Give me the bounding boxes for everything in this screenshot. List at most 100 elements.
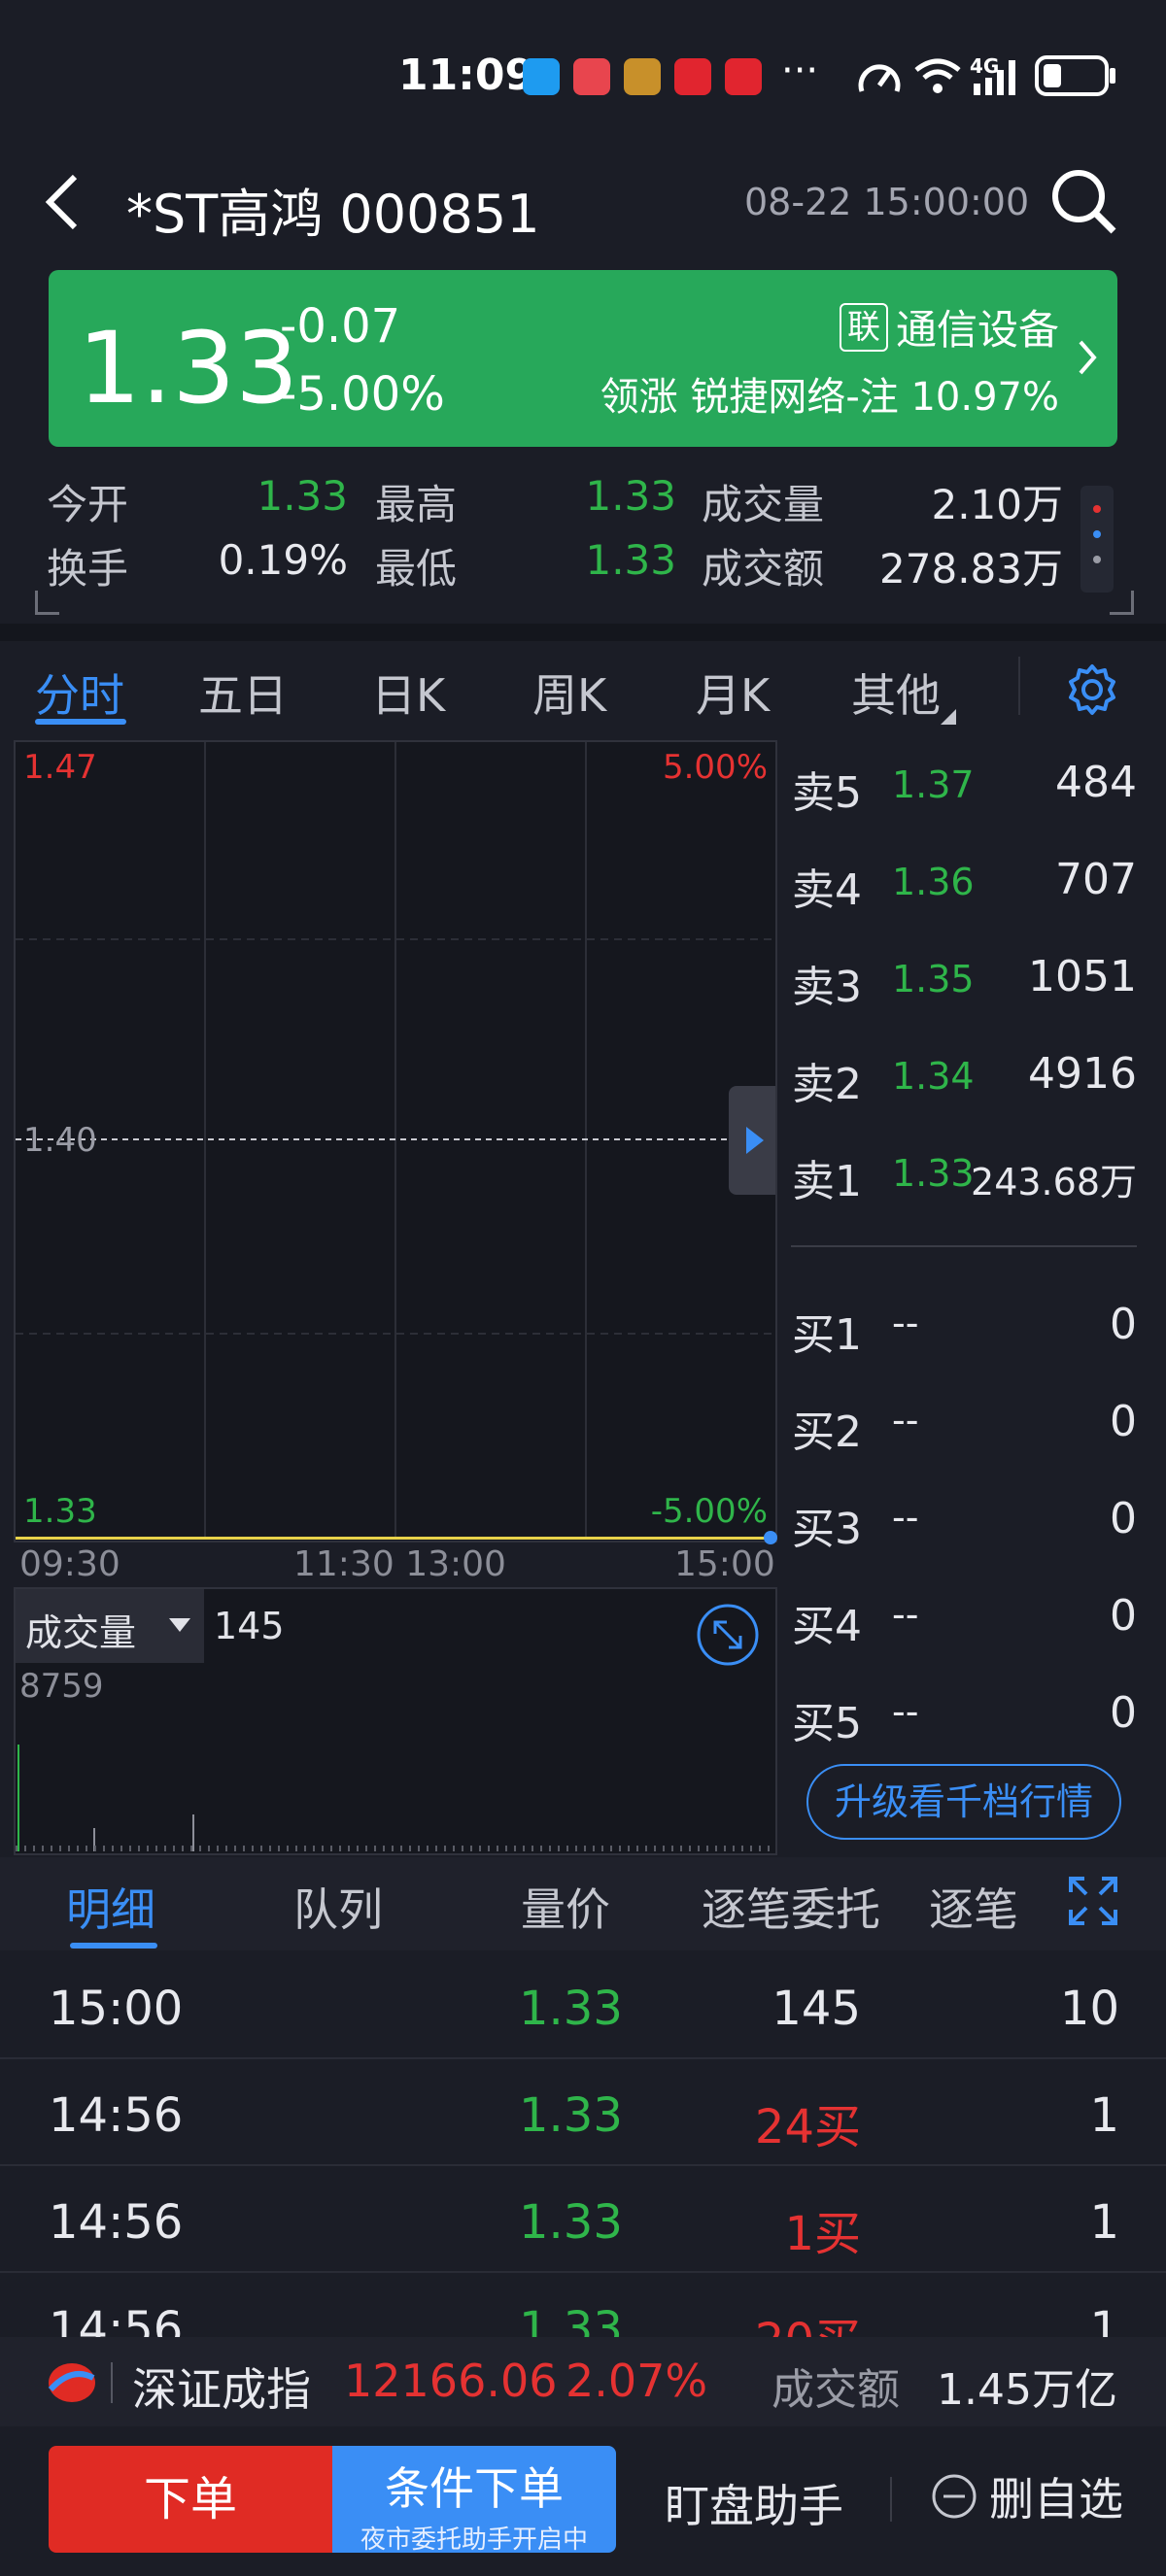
bid-price-5: --	[892, 1690, 919, 1733]
status-time: 11:09	[398, 51, 535, 100]
tab-order-by-order[interactable]: 逐笔委托	[702, 1875, 880, 1939]
index-value: 12166.06	[344, 2355, 558, 2407]
bid-vol-2: 0	[1110, 1397, 1137, 1446]
table-row: 14:56 1.33 1买 1	[0, 2166, 1166, 2273]
ask-price-2: 1.34	[892, 1055, 975, 1098]
price-banner[interactable]: 1.33 -0.07 -5.00% 联 通信设备 领涨 锐捷网络-注 10.97…	[49, 270, 1117, 447]
expand-arrows-icon[interactable]	[696, 1603, 760, 1667]
battery-icon	[1035, 55, 1115, 96]
section-divider	[0, 624, 1166, 641]
trade-count: 1	[1089, 2302, 1119, 2337]
more-menu-icon[interactable]	[1080, 486, 1114, 593]
ask-label-1: 卖1	[792, 1157, 862, 1206]
trade-vol: 1买	[784, 2207, 861, 2261]
volume-value: 145	[214, 1605, 285, 1647]
ask-label-5: 卖5	[792, 768, 862, 818]
prev-close-line	[16, 1138, 775, 1140]
trade-vol: 24买	[754, 2100, 861, 2154]
axis-price-bottom: 1.33	[23, 1492, 97, 1531]
last-price: 1.33	[78, 311, 299, 426]
tab-weekly-k[interactable]: 周K	[532, 661, 606, 725]
industry-tag: 联	[839, 302, 888, 352]
message-app-icon	[523, 58, 560, 95]
remove-watchlist-label: 删自选	[989, 2473, 1123, 2525]
expand-corner-left	[35, 591, 59, 615]
stat-value-low: 1.33	[585, 536, 676, 584]
quote-datetime: 08-22 15:00:00	[744, 181, 1030, 223]
last-point-dot	[764, 1531, 777, 1544]
trade-price: 1.33	[519, 2088, 623, 2143]
side-panel-toggle[interactable]	[729, 1086, 775, 1195]
tab-detail[interactable]: 明细	[66, 1875, 155, 1939]
index-name: 深证成指	[132, 2363, 311, 2416]
tab-other-label: 其他	[851, 669, 941, 722]
axis-price-top: 1.47	[23, 748, 97, 787]
amount-value: 1.45万亿	[937, 2365, 1117, 2415]
ask-vol-3: 1051	[1028, 952, 1137, 1001]
time-label-close: 15:00	[674, 1544, 775, 1584]
ask-label-3: 卖3	[792, 963, 862, 1012]
table-row: 14:56 1.33 20买 1	[0, 2273, 1166, 2337]
ask-label-4: 卖4	[792, 865, 862, 915]
search-icon[interactable]	[1049, 167, 1117, 235]
conditional-order-button[interactable]: 条件下单 夜市委托助手开启中	[332, 2446, 616, 2555]
tab-intraday[interactable]: 分时	[35, 661, 124, 725]
volume-max: 8759	[19, 1667, 104, 1706]
ticker-divider	[111, 2362, 113, 2403]
bid-label-5: 买5	[792, 1699, 862, 1748]
price-change-pct: -5.00%	[280, 367, 445, 422]
time-label-mid: 11:30 13:00	[293, 1544, 506, 1584]
trade-price: 1.33	[519, 2302, 623, 2337]
intraday-chart[interactable]: 1.47 5.00% 1.40 1.33 -5.00%	[14, 740, 777, 1544]
detail-tab-indicator	[70, 1943, 157, 1949]
bid-vol-3: 0	[1110, 1494, 1137, 1543]
back-icon[interactable]	[44, 173, 83, 231]
stat-label-amount: 成交额	[702, 545, 825, 593]
index-ticker[interactable]: 深证成指 12166.06 2.07% 成交额 1.45万亿	[0, 2337, 1166, 2426]
bid-label-3: 买3	[792, 1505, 862, 1554]
tab-volume-price[interactable]: 量价	[521, 1875, 610, 1939]
volume-chart[interactable]: 成交量 145 8759	[14, 1587, 777, 1855]
bid-label-4: 买4	[792, 1602, 862, 1651]
trade-time: 14:56	[49, 2302, 184, 2337]
chevron-right-icon	[1079, 340, 1097, 375]
bid-price-3: --	[892, 1496, 919, 1539]
bid-vol-5: 0	[1110, 1688, 1137, 1738]
axis-pct-bottom: -5.00%	[650, 1492, 768, 1531]
price-line	[16, 1537, 775, 1540]
tab-queue[interactable]: 队列	[293, 1875, 383, 1939]
stat-value-high: 1.33	[585, 472, 676, 520]
ask-vol-2: 4916	[1028, 1049, 1137, 1099]
remove-watchlist-button[interactable]: 删自选	[931, 2467, 1123, 2525]
watch-assistant-button[interactable]: 盯盘助手	[665, 2471, 843, 2535]
tab-monthly-k[interactable]: 月K	[696, 661, 770, 725]
status-bar: 11:09 ··· 4G	[0, 0, 1166, 146]
bid-vol-4: 0	[1110, 1591, 1137, 1641]
upgrade-depth-button[interactable]: 升级看千档行情	[806, 1764, 1121, 1840]
stat-value-turnover: 0.19%	[218, 536, 348, 584]
stat-value-open: 1.33	[257, 472, 348, 520]
table-row: 14:56 1.33 24买 1	[0, 2059, 1166, 2166]
speed-icon	[858, 64, 901, 92]
bottom-divider	[890, 2477, 892, 2522]
tab-divider	[1018, 657, 1020, 715]
industry-link[interactable]: 联 通信设备	[839, 297, 1059, 356]
ask-label-2: 卖2	[792, 1060, 862, 1109]
fullscreen-icon[interactable]	[1069, 1877, 1117, 1925]
trade-price: 1.33	[519, 1982, 623, 2036]
ask-price-5: 1.37	[892, 763, 975, 806]
bid-vol-1: 0	[1110, 1300, 1137, 1349]
tab-tick-by-tick[interactable]: 逐笔	[929, 1875, 1018, 1939]
place-order-button[interactable]: 下单	[49, 2446, 332, 2553]
tab-other[interactable]: 其他	[851, 661, 956, 725]
volume-indicator-select[interactable]: 成交量	[16, 1589, 204, 1663]
stat-label-turnover: 换手	[47, 545, 129, 593]
stat-label-high: 最高	[375, 481, 458, 528]
trade-time: 14:56	[49, 2088, 184, 2143]
time-label-open: 09:30	[19, 1544, 120, 1584]
ask-vol-5: 484	[1055, 758, 1137, 807]
settings-gear-icon[interactable]	[1065, 662, 1119, 717]
tab-daily-k[interactable]: 日K	[371, 661, 445, 725]
order-book-divider	[791, 1245, 1137, 1247]
tab-five-day[interactable]: 五日	[198, 661, 288, 725]
